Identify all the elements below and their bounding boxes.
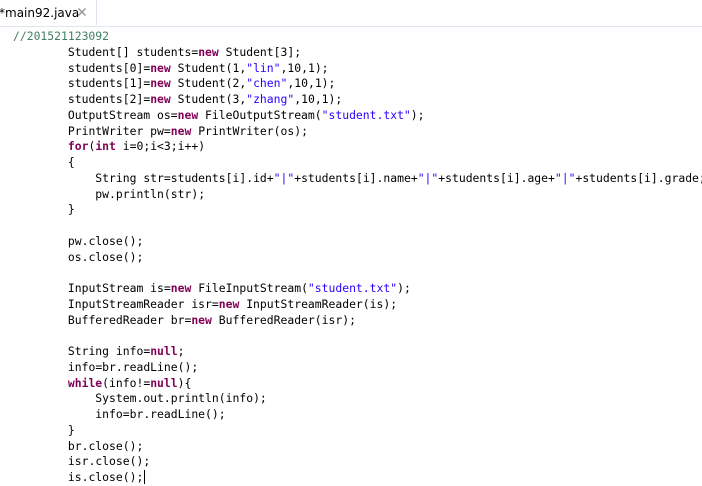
code-line: isr.close(); <box>67 454 151 469</box>
code-editor[interactable]: //201521123092 Student[] students=new St… <box>0 27 702 484</box>
code-line: InputStreamReader isr=new InputStreamRea… <box>67 296 398 311</box>
code-line: students[2]=new Student(3,"zhang",10,1); <box>67 92 343 106</box>
code-line: } <box>67 422 75 437</box>
code-line: for(int i=0;i<3;i++) <box>67 139 206 154</box>
tab-main92-java[interactable]: *main92.java <box>0 0 97 25</box>
code-line: PrintWriter pw=new PrintWriter(os); <box>67 123 308 138</box>
close-icon[interactable] <box>76 6 88 18</box>
code-line: is.close(); <box>67 470 146 484</box>
code-line: br.close(); <box>67 438 144 453</box>
code-area[interactable]: //201521123092 Student[] students=new St… <box>13 29 702 486</box>
code-line: pw.close(); <box>67 233 144 248</box>
text-caret <box>144 470 146 484</box>
code-line: } <box>67 202 75 217</box>
code-line: Student[] students=new Student[3]; <box>67 44 302 59</box>
editor-tab-bar: *main92.java <box>0 0 702 27</box>
code-line: InputStream is=new FileInputStream("stud… <box>67 281 411 295</box>
code-line: OutputStream os=new FileOutputStream("st… <box>67 107 425 122</box>
code-line: String info=null; <box>67 344 185 358</box>
code-line: pw.println(str); <box>95 186 206 201</box>
code-line: { <box>67 155 75 169</box>
code-line: os.close(); <box>67 249 144 264</box>
code-line: System.out.println(info); <box>95 391 267 406</box>
tab-label: *main92.java <box>0 5 80 20</box>
code-line: info=br.readLine(); <box>67 359 199 374</box>
code-line: String str=students[i].id+"|"+students[i… <box>95 170 702 185</box>
code-line: students[0]=new Student(1,"lin",10,1); <box>67 60 329 75</box>
code-line: BufferedReader br=new BufferedReader(isr… <box>67 312 356 327</box>
code-line: info=br.readLine(); <box>95 407 226 421</box>
code-line: students[1]=new Student(2,"chen",10,1); <box>67 76 336 91</box>
editor-ruler <box>0 27 14 472</box>
code-line: //201521123092 <box>13 29 110 43</box>
code-line: while(info!=null){ <box>67 375 192 390</box>
